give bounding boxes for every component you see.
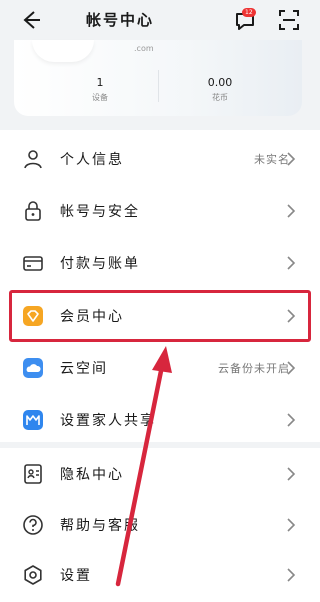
menu-group-1: 个人信息 未实名 帐号与安全 付款与账单 会员中心 云空间 云备份未开启 设置家… <box>0 130 320 442</box>
coins-label: 花币 <box>212 93 228 102</box>
menu-item-label: 设置家人共享 <box>60 413 156 429</box>
chevron-right-icon <box>287 152 296 166</box>
stat-divider <box>158 70 159 102</box>
device-count[interactable]: 1 <box>80 76 120 89</box>
account-card[interactable]: .com 1 设备 0.00 花币 <box>14 40 302 116</box>
chevron-right-icon <box>287 361 296 375</box>
chevron-right-icon <box>287 204 296 218</box>
family-share-icon <box>23 410 43 430</box>
coins-value[interactable]: 0.00 <box>200 76 240 89</box>
menu-item-label: 设置 <box>60 568 92 584</box>
menu-item-label: 帮助与客服 <box>60 518 140 534</box>
menu-item-label: 帐号与安全 <box>60 204 140 220</box>
device-count-label: 设备 <box>92 93 108 102</box>
menu-item-value: 云备份未开启 <box>218 362 290 375</box>
menu-item-payment-billing[interactable]: 付款与账单 <box>0 237 320 289</box>
menu-item-label: 云空间 <box>60 361 108 377</box>
page-title: 帐号中心 <box>86 11 155 29</box>
menu-group-2: 隐私中心 帮助与客服 设置 <box>0 448 320 602</box>
privacy-icon <box>24 464 42 484</box>
menu-item-cloud[interactable]: 云空间 云备份未开启 <box>0 342 320 394</box>
settings-icon <box>24 565 42 585</box>
menu-item-family-share[interactable]: 设置家人共享 <box>0 394 320 446</box>
menu-item-value: 未实名 <box>254 153 290 166</box>
message-badge: 12 <box>242 8 256 17</box>
menu-item-label: 个人信息 <box>60 152 124 168</box>
help-icon <box>23 515 43 535</box>
menu-item-label: 付款与账单 <box>60 256 140 272</box>
cloud-icon <box>23 358 43 378</box>
menu-item-help-support[interactable]: 帮助与客服 <box>0 499 320 551</box>
menu-item-settings[interactable]: 设置 <box>0 549 320 601</box>
card-icon <box>23 256 43 271</box>
chevron-right-icon <box>287 568 296 582</box>
avatar[interactable] <box>32 40 94 62</box>
chevron-right-icon <box>287 256 296 270</box>
menu-item-privacy-center[interactable]: 隐私中心 <box>0 448 320 500</box>
chevron-right-icon <box>287 518 296 532</box>
back-icon[interactable] <box>20 9 42 31</box>
lock-icon <box>25 201 41 221</box>
chevron-right-icon <box>287 413 296 427</box>
person-icon <box>24 150 42 169</box>
chevron-right-icon <box>287 467 296 481</box>
menu-item-personal-info[interactable]: 个人信息 未实名 <box>0 133 320 185</box>
scan-icon[interactable] <box>278 9 300 31</box>
menu-item-label: 隐私中心 <box>60 467 124 483</box>
header-bar: 帐号中心 12 <box>0 0 320 40</box>
account-email: .com <box>134 44 154 53</box>
menu-item-account-security[interactable]: 帐号与安全 <box>0 185 320 237</box>
highlight-box <box>9 290 311 342</box>
